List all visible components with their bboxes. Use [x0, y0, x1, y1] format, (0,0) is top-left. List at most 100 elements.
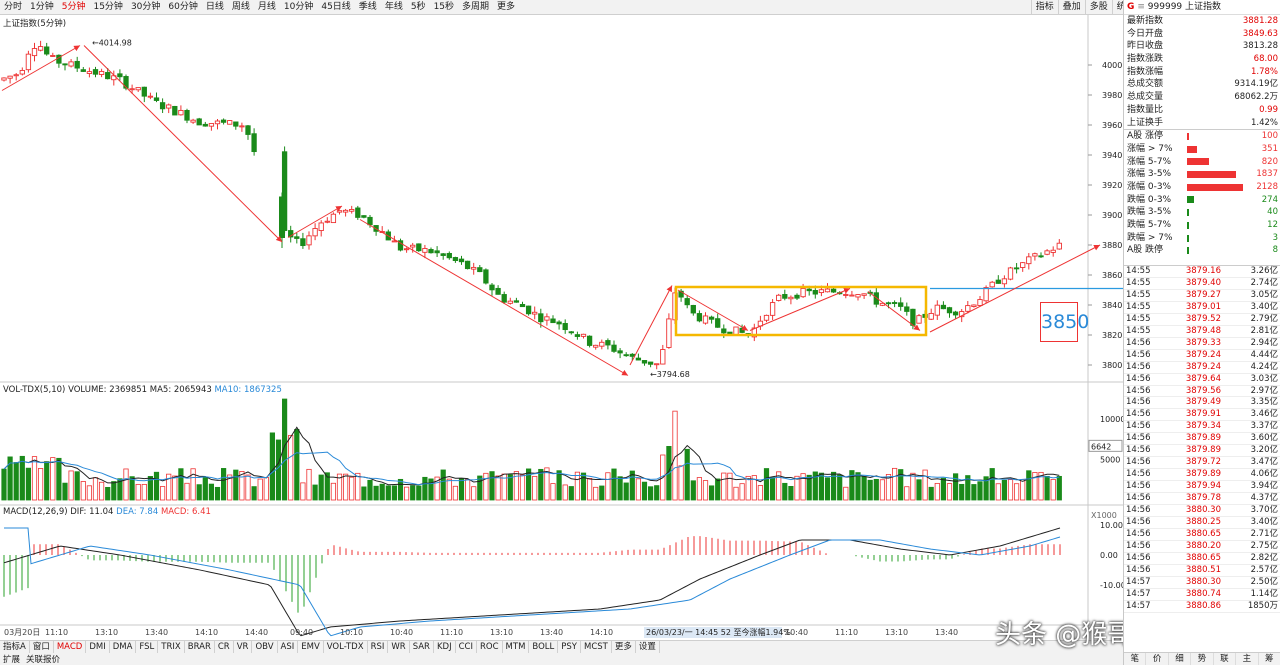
ext-tab-0[interactable]: 扩展: [0, 654, 23, 666]
chart-area[interactable]: 上证指数(5分钟) 4000 3980 3960 3940 3920 3900 3880 38…: [0, 15, 1123, 640]
trend-arrow: [677, 289, 749, 331]
volume-bar: [837, 474, 843, 501]
toolbar-btn-2[interactable]: 多股: [1084, 0, 1112, 15]
indicator-tab-12[interactable]: EMV: [298, 641, 324, 653]
indicator-tab-21[interactable]: BOLL: [529, 641, 559, 653]
candle-body: [660, 349, 666, 365]
indicator-tab-7[interactable]: BRAR: [185, 641, 215, 653]
candle-body: [68, 61, 74, 67]
period-12[interactable]: 年线: [381, 0, 407, 15]
candle-body: [1044, 250, 1050, 255]
candle-body: [666, 318, 672, 348]
volume-bar: [135, 483, 141, 501]
tick-time: 14:56: [1126, 517, 1151, 528]
period-5[interactable]: 60分钟: [164, 0, 201, 15]
indicator-tab-20[interactable]: MTM: [503, 641, 530, 653]
candle-body: [50, 55, 56, 57]
period-15[interactable]: 多周期: [458, 0, 493, 15]
indicator-tab-13[interactable]: VOL-TDX: [324, 641, 368, 653]
tick-row: 14:56 3879.89 4.06亿: [1124, 469, 1280, 482]
candle-body: [617, 350, 623, 354]
candle-body: [1, 77, 7, 81]
indicator-tab-3[interactable]: DMI: [86, 641, 110, 653]
indicator-tab-1[interactable]: 窗口: [30, 641, 54, 653]
y-tick-label: 3840: [1102, 301, 1122, 310]
quote-tab-6[interactable]: 筹: [1259, 653, 1280, 665]
quote-tab-2[interactable]: 细: [1169, 653, 1192, 665]
tick-amount: 4.06亿: [1250, 469, 1278, 480]
ext-tab-1[interactable]: 关联报价: [23, 654, 63, 666]
quote-tab-1[interactable]: 价: [1146, 653, 1169, 665]
volume-bar: [471, 486, 477, 501]
period-6[interactable]: 日线: [202, 0, 228, 15]
quote-tab-3[interactable]: 势: [1191, 653, 1214, 665]
indicator-tab-25[interactable]: 设置: [636, 641, 660, 653]
stat-row: 指数涨跌 68.00: [1124, 53, 1280, 66]
candle-body: [312, 228, 318, 237]
indicator-tab-17[interactable]: KDJ: [434, 641, 456, 653]
tick-row: 14:56 3880.65 2.71亿: [1124, 529, 1280, 541]
tick-row: 14:55 3879.40 2.74亿: [1124, 278, 1280, 290]
period-8[interactable]: 月线: [254, 0, 280, 15]
tick-price: 3879.91: [1185, 409, 1221, 420]
tick-row: 14:56 3879.56 2.97亿: [1124, 386, 1280, 398]
period-9[interactable]: 10分钟: [280, 0, 317, 15]
indicator-tab-2[interactable]: MACD: [54, 641, 87, 653]
toolbar-btn-1[interactable]: 叠加: [1057, 0, 1085, 15]
tick-price: 3880.30: [1185, 505, 1221, 516]
indicator-tab-10[interactable]: OBV: [252, 641, 278, 653]
candle-body: [220, 119, 227, 123]
quote-tab-4[interactable]: 联: [1214, 653, 1237, 665]
period-3[interactable]: 15分钟: [89, 0, 126, 15]
indicator-tab-15[interactable]: WR: [388, 641, 410, 653]
volume-bar: [269, 432, 276, 501]
candle-body: [593, 344, 599, 348]
indicator-tab-14[interactable]: RSI: [368, 641, 389, 653]
candle-body: [525, 305, 532, 315]
period-0[interactable]: 分时: [0, 0, 26, 15]
indicator-tab-22[interactable]: PSY: [558, 641, 581, 653]
indicator-tab-9[interactable]: VR: [234, 641, 253, 653]
period-7[interactable]: 周线: [228, 0, 254, 15]
candle-body: [641, 360, 648, 364]
candle-body: [477, 267, 483, 273]
period-1[interactable]: 1分钟: [26, 0, 58, 15]
indicator-tab-5[interactable]: FSL: [136, 641, 159, 653]
tick-amount: 2.75亿: [1250, 540, 1278, 551]
quote-tab-0[interactable]: 笔: [1124, 653, 1147, 665]
indicator-tab-4[interactable]: DMA: [110, 641, 137, 653]
period-14[interactable]: 15秒: [430, 0, 458, 15]
tick-list[interactable]: 14:55 3879.16 3.26亿 14:55 3879.40 2.74亿 14:55 3…: [1124, 265, 1280, 613]
period-11[interactable]: 季线: [355, 0, 381, 15]
volume-bar: [184, 482, 190, 501]
quote-tab-5[interactable]: 主: [1236, 653, 1259, 665]
indicator-tab-23[interactable]: MCST: [581, 641, 612, 653]
tick-row: 14:55 3879.27 3.05亿: [1124, 290, 1280, 302]
volume-bar: [38, 468, 44, 501]
period-13[interactable]: 5秒: [407, 0, 430, 15]
volume-bar: [953, 473, 959, 501]
period-4[interactable]: 30分钟: [127, 0, 164, 15]
candle-body: [989, 281, 995, 288]
indicator-tab-0[interactable]: 指标A: [0, 641, 30, 653]
indicator-tab-11[interactable]: ASI: [278, 641, 299, 653]
volume-bar: [904, 486, 910, 501]
indicator-tab-24[interactable]: 更多: [612, 641, 636, 653]
time-axis-label: 14:10: [195, 628, 218, 637]
period-10[interactable]: 45日线: [317, 0, 354, 15]
indicator-tab-16[interactable]: SAR: [410, 641, 434, 653]
indicator-tab-6[interactable]: TRIX: [158, 641, 185, 653]
volume-bar: [13, 462, 19, 501]
dist-bar: [1187, 196, 1195, 204]
indicator-tab-8[interactable]: CR: [215, 641, 234, 653]
indicator-tab-19[interactable]: ROC: [477, 641, 503, 653]
candle-body: [19, 69, 25, 75]
period-2[interactable]: 5分钟: [58, 0, 90, 15]
indicator-tab-18[interactable]: CCI: [456, 641, 477, 653]
dist-bar: [1187, 183, 1243, 191]
kline-svg[interactable]: 4000 3980 3960 3940 3920 3900 3880 3860 3840 3820…: [0, 15, 1123, 640]
stat-value: 68062.2万: [1234, 92, 1278, 103]
period-16[interactable]: 更多: [493, 0, 519, 15]
tick-row: 14:56 3880.65 2.82亿: [1124, 553, 1280, 565]
toolbar-btn-0[interactable]: 指标: [1030, 0, 1058, 15]
